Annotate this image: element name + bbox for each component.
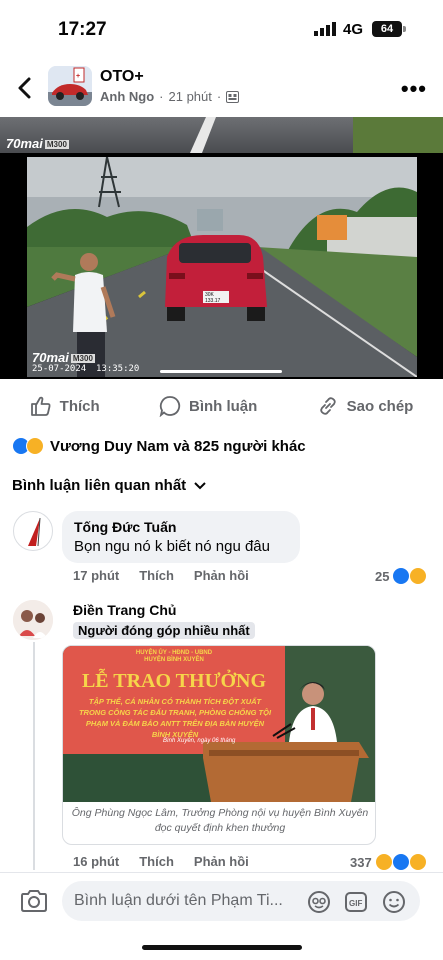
thread-line [33,642,35,870]
like-reaction-icon [391,853,410,871]
comment-reply-button[interactable]: Phản hồi [194,854,249,869]
svg-text:GIF: GIF [349,899,362,908]
post-author[interactable]: Anh Ngo [100,89,154,104]
comment-sort-dropdown[interactable]: Bình luận liên quan nhất [12,477,206,494]
back-arrow-icon[interactable] [14,76,36,100]
comment-reaction-count[interactable]: 337 [350,853,427,871]
comment-text: Bọn ngu nó k biết nó ngu đâu [74,538,270,555]
comment-bubble: Tống Đức Tuấn Bọn ngu nó k biết nó ngu đ… [62,511,300,563]
comment-author[interactable]: Điền Trang Chủ [73,602,255,618]
comment-input-placeholder: Bình luận dưới tên Phạm Ti... [74,892,283,909]
post-actions: Thích Bình luận Sao chép [0,388,443,424]
comment-label: Bình luận [188,397,258,415]
network-type: 4G [343,21,364,38]
banner-title: LỄ TRAO THƯỞNG [81,670,267,692]
comment-reply-button[interactable]: Phản hồi [194,568,249,583]
wow-reaction-icon [408,853,427,871]
status-bar: 17:27 4G 64 [0,0,443,56]
gif-icon[interactable]: GIF [344,890,368,914]
comment-time[interactable]: 16 phút [73,854,119,869]
comment-author[interactable]: Tống Đức Tuấn [74,519,288,535]
banner-district: HUYỆN BÌNH XUYÊN [144,657,204,663]
group-privacy-icon [226,90,240,103]
chevron-down-icon [194,481,206,489]
comment-like-button[interactable]: Thích [139,568,174,583]
banner-org: HUYỆN ỦY - HĐND - UBND [135,650,213,656]
video-brand-top: 70mai M300 [6,136,69,151]
video-frame: 30K 133.17 [27,157,417,377]
photo-caption: Ông Phùng Ngọc Lâm, Trưởng Phòng nội vụ … [71,807,369,834]
camera-icon[interactable] [20,887,48,913]
svg-text:+: + [76,73,80,80]
video-clock: 13:35:20 [96,364,140,374]
status-time: 17:27 [58,19,107,40]
group-avatar[interactable]: + [48,66,92,106]
like-reaction-icon [392,567,411,585]
reactions-summary[interactable]: Vương Duy Nam và 825 người khác [12,437,306,455]
avatar[interactable] [13,511,53,551]
comment-header: Điền Trang Chủ Người đóng góp nhiều nhất [73,602,255,640]
reactions-text: Vương Duy Nam và 825 người khác [50,437,306,455]
comment-photo-card[interactable]: HUYỆN ỦY - HĐND - UBND HUYỆN BÌNH XUYÊN … [62,645,376,845]
thumbs-up-icon [30,396,51,416]
post-meta: Anh Ngo · 21 phút · [100,89,240,104]
svg-text:133.17: 133.17 [205,298,221,304]
comment-actions: 16 phút Thích Phản hồi [73,854,249,869]
comment-input[interactable]: Bình luận dưới tên Phạm Ti... GIF [62,881,420,921]
haha-reaction-icon [374,853,393,871]
comment-bubble-icon [159,396,181,417]
haha-reaction-icon [409,567,428,585]
banner-date: Bình Xuyên, ngày 06 tháng [163,738,236,744]
comment-composer: Bình luận dưới tên Phạm Ti... GIF [0,872,443,928]
group-name[interactable]: OTO+ [100,68,144,86]
comment-time[interactable]: 17 phút [73,568,119,583]
banner-body: TẬP THỂ, CÁ NHÂN CÓ THÀNH TÍCH ĐỘT XUẤT … [78,697,272,739]
comment-reaction-count[interactable]: 25 [375,567,428,585]
home-indicator[interactable] [142,945,302,950]
post-header: + OTO+ Anh Ngo · 21 phút · ••• [0,62,443,114]
emoji-icon[interactable] [382,890,406,914]
like-button[interactable]: Thích [30,388,100,424]
copy-label: Sao chép [346,397,414,415]
signal-icon [314,22,336,36]
avatar[interactable] [13,600,53,640]
sort-label: Bình luận liên quan nhất [12,477,187,494]
battery-icon: 64 [372,21,402,37]
video-date: 25-07-2024 [32,364,87,374]
video-progress-bar[interactable] [160,370,282,373]
more-options-icon[interactable]: ••• [401,76,427,102]
link-icon [319,397,336,415]
video-brand-bottom: 70mai M300 [32,350,95,365]
post-time[interactable]: 21 phút [169,89,212,104]
comment-actions: 17 phút Thích Phản hồi [73,568,249,583]
comment-like-button[interactable]: Thích [139,854,174,869]
avatar-sticker-icon[interactable] [307,890,331,914]
battery-tip [403,26,406,32]
top-contributor-badge: Người đóng góp nhiều nhất [73,622,255,639]
copy-link-button[interactable]: Sao chép [317,388,414,424]
meta-dot: · [216,89,222,104]
haha-reaction-icon [26,437,44,455]
comment-button[interactable]: Bình luận [159,388,257,424]
post-video[interactable]: 70mai M300 30K 133.17 70mai M300 25-07-2… [0,117,443,379]
meta-dot: · [159,89,164,104]
like-label: Thích [59,397,100,415]
